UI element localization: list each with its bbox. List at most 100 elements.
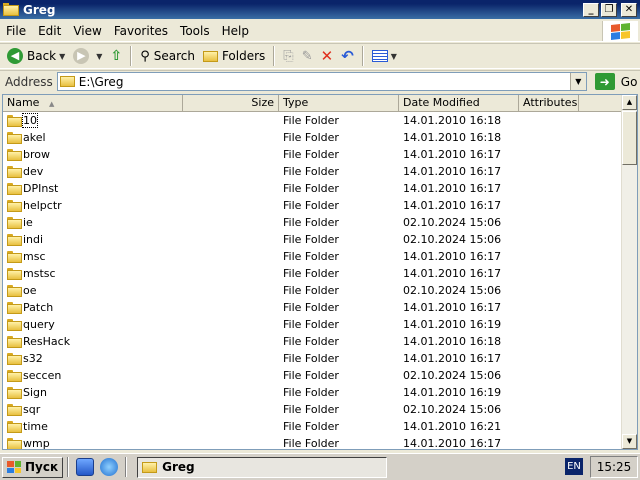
minimize-button[interactable]: _	[583, 2, 599, 17]
file-type: File Folder	[283, 420, 339, 433]
windows-logo-icon	[602, 21, 638, 41]
file-name: ie	[23, 216, 33, 229]
file-row[interactable]: Sign File Folder 14.01.2010 16:19	[3, 384, 623, 401]
file-name: time	[23, 420, 48, 433]
file-type: File Folder	[283, 352, 339, 365]
menu-help[interactable]: Help	[216, 24, 255, 38]
views-icon	[371, 50, 388, 62]
chevron-down-icon[interactable]: ▼	[569, 73, 586, 90]
file-type: File Folder	[283, 182, 339, 195]
chevron-down-icon[interactable]: ▼	[59, 52, 65, 61]
vertical-scrollbar[interactable]: ▲ ▼	[621, 95, 637, 449]
file-row[interactable]: ResHack File Folder 14.01.2010 16:18	[3, 333, 623, 350]
scroll-up-button[interactable]: ▲	[622, 95, 637, 110]
file-row[interactable]: seccen File Folder 02.10.2024 15:06	[3, 367, 623, 384]
start-button[interactable]: Пуск	[2, 456, 64, 478]
file-row[interactable]: query File Folder 14.01.2010 16:19	[3, 316, 623, 333]
file-type: File Folder	[283, 301, 339, 314]
file-row[interactable]: dev File Folder 14.01.2010 16:17	[3, 163, 623, 180]
column-header-name[interactable]: Name ▲	[3, 95, 183, 112]
file-type: File Folder	[283, 233, 339, 246]
file-date: 14.01.2010 16:17	[403, 437, 502, 450]
column-header-attributes[interactable]: Attributes	[519, 95, 579, 112]
file-row[interactable]: time File Folder 14.01.2010 16:21	[3, 418, 623, 435]
title-bar[interactable]: Greg _ ❐ ✕	[0, 0, 640, 19]
file-row[interactable]: sqr File Folder 02.10.2024 15:06	[3, 401, 623, 418]
language-indicator[interactable]: EN	[565, 458, 583, 475]
folder-icon	[7, 302, 22, 314]
file-date: 14.01.2010 16:17	[403, 199, 502, 212]
address-label: Address	[5, 74, 53, 89]
forward-arrow-icon: ▶	[73, 48, 90, 64]
menu-edit[interactable]: Edit	[32, 24, 67, 38]
column-header-type[interactable]: Type	[279, 95, 399, 112]
file-row[interactable]: ie File Folder 02.10.2024 15:06	[3, 214, 623, 231]
file-row[interactable]: wmp File Folder 14.01.2010 16:17	[3, 435, 623, 450]
column-headers: Name ▲ Size Type Date Modified Attribute…	[3, 95, 623, 112]
back-button[interactable]: ◀ Back ▼	[3, 45, 69, 67]
file-row[interactable]: DPInst File Folder 14.01.2010 16:17	[3, 180, 623, 197]
chevron-down-icon: ▼	[390, 51, 397, 61]
column-header-size[interactable]: Size	[183, 95, 279, 112]
file-type: File Folder	[283, 403, 339, 416]
file-row[interactable]: msc File Folder 14.01.2010 16:17	[3, 248, 623, 265]
folder-icon	[7, 319, 22, 331]
up-button[interactable]: ⇧	[106, 45, 126, 67]
clock[interactable]: 15:25	[590, 456, 638, 478]
file-row[interactable]: akel File Folder 14.01.2010 16:18	[3, 129, 623, 146]
folder-icon	[7, 268, 22, 280]
taskbar-item-greg[interactable]: Greg	[137, 456, 388, 478]
undo-button[interactable]: ↶	[337, 45, 358, 67]
file-row[interactable]: Patch File Folder 14.01.2010 16:17	[3, 299, 623, 316]
restore-button[interactable]: ❐	[601, 2, 617, 17]
file-type: File Folder	[283, 318, 339, 331]
file-row[interactable]: mstsc File Folder 14.01.2010 16:17	[3, 265, 623, 282]
file-row[interactable]: oe File Folder 02.10.2024 15:06	[3, 282, 623, 299]
close-button[interactable]: ✕	[621, 2, 637, 17]
file-name: msc	[23, 250, 46, 263]
file-row[interactable]: s32 File Folder 14.01.2010 16:17	[3, 350, 623, 367]
scroll-down-button[interactable]: ▼	[622, 434, 637, 449]
file-name: indi	[23, 233, 44, 246]
file-type: File Folder	[283, 437, 339, 450]
file-date: 14.01.2010 16:21	[403, 420, 502, 433]
taskbar-item-label: Greg	[162, 460, 195, 474]
back-label: Back	[27, 49, 57, 63]
folders-button[interactable]: Folders	[199, 45, 269, 67]
chevron-down-icon[interactable]: ▼	[96, 52, 102, 61]
forward-button[interactable]: ▶ ▼	[69, 45, 106, 67]
column-header-date[interactable]: Date Modified	[399, 95, 519, 112]
go-button[interactable]: ➜ Go	[594, 73, 637, 90]
column-name-label: Name	[7, 96, 40, 109]
folder-icon	[7, 285, 22, 297]
search-button[interactable]: ⚲ Search	[136, 45, 199, 67]
file-row[interactable]: helpctr File Folder 14.01.2010 16:17	[3, 197, 623, 214]
show-desktop-icon[interactable]	[76, 458, 95, 476]
undo-icon: ↶	[341, 47, 354, 65]
internet-explorer-icon[interactable]	[100, 458, 119, 476]
file-date: 14.01.2010 16:19	[403, 318, 502, 331]
folder-icon	[7, 370, 22, 382]
views-button[interactable]: ▼	[368, 45, 401, 67]
file-row[interactable]: brow File Folder 14.01.2010 16:17	[3, 146, 623, 163]
file-row[interactable]: 10 File Folder 14.01.2010 16:18	[3, 112, 623, 129]
folder-icon	[7, 200, 22, 212]
copy-to-button[interactable]: ✎	[298, 45, 317, 67]
menu-file[interactable]: File	[0, 24, 32, 38]
folder-icon	[59, 76, 75, 87]
address-input[interactable]: E:\Greg ▼	[56, 72, 587, 91]
menu-view[interactable]: View	[67, 24, 107, 38]
file-list[interactable]: Name ▲ Size Type Date Modified Attribute…	[2, 94, 638, 450]
column-type-label: Type	[283, 96, 309, 109]
menu-favorites[interactable]: Favorites	[108, 24, 174, 38]
folder-icon	[7, 132, 22, 144]
folder-icon	[7, 251, 22, 263]
file-type: File Folder	[283, 335, 339, 348]
delete-button[interactable]: ✕	[317, 45, 338, 67]
file-type: File Folder	[283, 114, 339, 127]
file-name: oe	[23, 284, 37, 297]
scroll-thumb[interactable]	[622, 111, 637, 165]
move-to-button[interactable]: ⎘	[279, 45, 297, 67]
file-row[interactable]: indi File Folder 02.10.2024 15:06	[3, 231, 623, 248]
menu-tools[interactable]: Tools	[174, 24, 216, 38]
